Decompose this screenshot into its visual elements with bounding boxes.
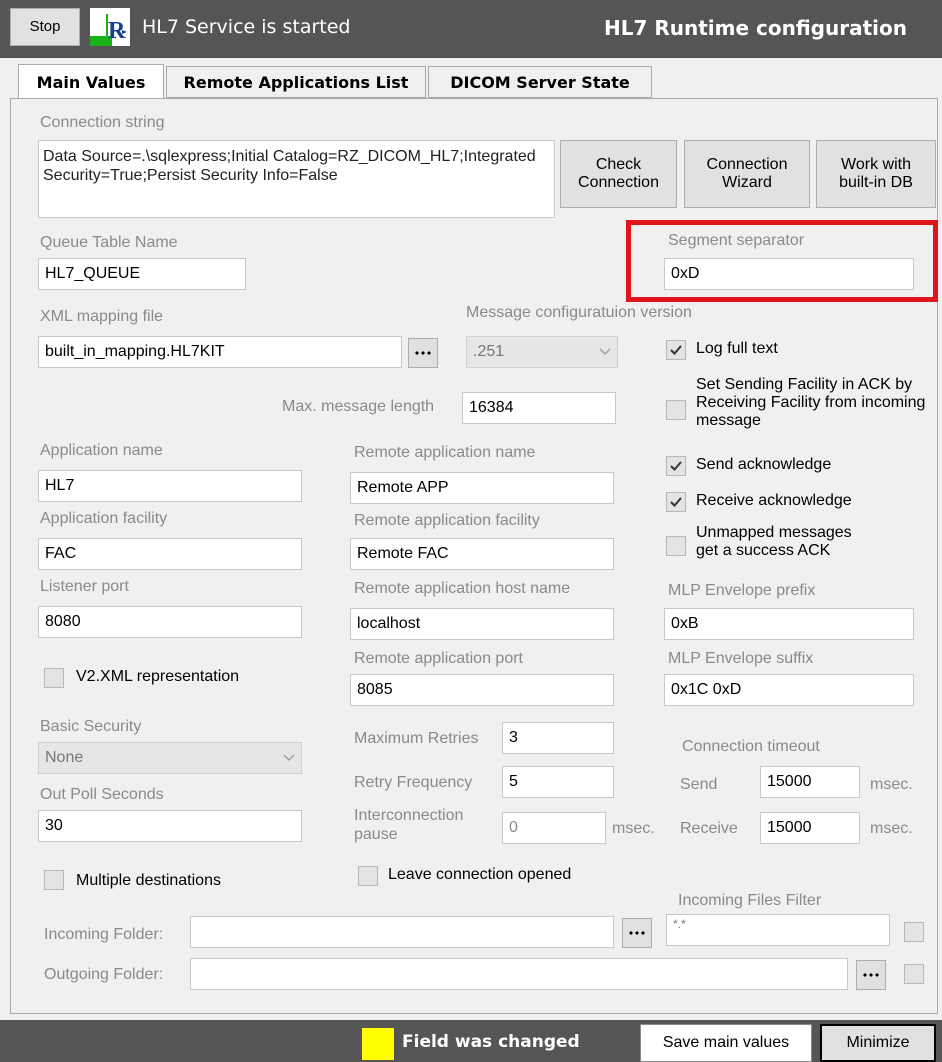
basic-security-value: None — [45, 749, 84, 766]
mlp-suffix-input[interactable]: 0x1C 0xD — [664, 674, 914, 706]
connection-wizard-button[interactable]: Connection Wizard — [684, 140, 810, 208]
v2xml-checkbox[interactable] — [44, 668, 64, 688]
incoming-folder-checkbox[interactable] — [904, 922, 924, 942]
remote-app-name-input[interactable]: Remote APP — [350, 472, 614, 504]
set-sending-facility-label: Set Sending Facility in ACK by Receiving… — [696, 376, 926, 429]
timeout-send-unit: msec. — [870, 776, 913, 793]
retry-frequency-label: Retry Frequency — [354, 774, 473, 791]
outgoing-folder-checkbox[interactable] — [904, 964, 924, 984]
basic-security-label: Basic Security — [40, 718, 142, 735]
minimize-button[interactable]: Minimize — [820, 1024, 936, 1062]
mlp-prefix-input[interactable]: 0xB — [664, 608, 914, 640]
retry-frequency-input[interactable]: 5 — [502, 766, 614, 798]
max-retries-label: Maximum Retries — [354, 730, 479, 747]
interconnection-pause-unit: msec. — [612, 820, 655, 837]
segment-separator-input[interactable]: 0xD — [664, 258, 914, 290]
remote-app-port-input[interactable]: 8085 — [350, 674, 614, 706]
connection-timeout-label: Connection timeout — [682, 738, 820, 755]
browse-outgoing-folder-button[interactable] — [856, 960, 886, 990]
set-sending-facility-checkbox[interactable] — [666, 400, 686, 420]
outgoing-folder-label: Outgoing Folder: — [44, 966, 164, 983]
window-title: HL7 Runtime configuration — [604, 16, 907, 40]
service-status-icon: R — [90, 8, 130, 46]
remote-app-name-label: Remote application name — [354, 444, 536, 461]
max-message-length-label: Max. message length — [282, 398, 435, 415]
application-name-input[interactable]: HL7 — [38, 470, 302, 502]
listener-port-input[interactable]: 8080 — [38, 606, 302, 638]
message-config-version-select[interactable]: .251 — [466, 336, 618, 368]
out-poll-seconds-label: Out Poll Seconds — [40, 786, 164, 803]
remote-app-host-input[interactable]: localhost — [350, 608, 614, 640]
receive-acknowledge-checkbox[interactable] — [666, 492, 686, 512]
connection-string-label: Connection string — [40, 114, 165, 131]
xml-mapping-label: XML mapping file — [40, 308, 164, 325]
multiple-destinations-label: Multiple destinations — [76, 872, 221, 889]
max-retries-input[interactable]: 3 — [502, 722, 614, 754]
application-name-label: Application name — [40, 442, 163, 459]
leave-connection-label: Leave connection opened — [388, 866, 572, 883]
incoming-files-filter-input[interactable]: *.* — [666, 914, 890, 946]
receive-acknowledge-label: Receive acknowledge — [696, 492, 852, 509]
message-config-version-label: Message configuratuion version — [466, 304, 692, 321]
basic-security-select[interactable]: None — [38, 742, 302, 774]
work-with-builtin-db-button[interactable]: Work with built-in DB — [816, 140, 936, 208]
send-acknowledge-checkbox[interactable] — [666, 456, 686, 476]
check-connection-button[interactable]: Check Connection — [560, 140, 677, 208]
connection-string-field[interactable]: Data Source=.\sqlexpress;Initial Catalog… — [38, 140, 555, 218]
chevron-down-icon — [283, 754, 295, 761]
application-facility-label: Application facility — [40, 510, 168, 527]
send-acknowledge-label: Send acknowledge — [696, 456, 832, 473]
out-poll-seconds-input[interactable]: 30 — [38, 810, 302, 842]
tab-remote-applications[interactable]: Remote Applications List — [166, 66, 426, 98]
remote-app-facility-input[interactable]: Remote FAC — [350, 538, 614, 570]
save-main-values-button[interactable]: Save main values — [640, 1024, 812, 1062]
field-changed-indicator — [362, 1028, 394, 1060]
remote-app-facility-label: Remote application facility — [354, 512, 540, 529]
remote-app-host-label: Remote application host name — [354, 580, 571, 597]
tab-main-values[interactable]: Main Values — [18, 64, 164, 99]
multiple-destinations-checkbox[interactable] — [44, 870, 64, 890]
chevron-down-icon — [599, 348, 611, 355]
queue-table-input[interactable]: HL7_QUEUE — [38, 258, 246, 290]
stop-button[interactable]: Stop — [10, 8, 80, 46]
interconnection-pause-label: Interconnection pause — [354, 807, 464, 844]
timeout-receive-input[interactable]: 15000 — [760, 812, 860, 844]
browse-incoming-folder-button[interactable] — [622, 918, 652, 948]
field-changed-label: Field was changed — [402, 1032, 580, 1052]
service-status-text: HL7 Service is started — [142, 16, 351, 38]
browse-mapping-button[interactable] — [408, 338, 438, 368]
remote-app-port-label: Remote application port — [354, 650, 523, 667]
message-config-version-value: .251 — [473, 343, 505, 360]
log-full-text-checkbox[interactable] — [666, 340, 686, 360]
timeout-send-input[interactable]: 15000 — [760, 766, 860, 798]
leave-connection-checkbox[interactable] — [358, 866, 378, 886]
incoming-folder-label: Incoming Folder: — [44, 926, 164, 943]
timeout-receive-label: Receive — [680, 820, 738, 837]
v2xml-label: V2.XML representation — [76, 668, 240, 685]
xml-mapping-input[interactable]: built_in_mapping.HL7KIT — [38, 336, 402, 368]
log-full-text-label: Log full text — [696, 340, 778, 357]
application-facility-input[interactable]: FAC — [38, 538, 302, 570]
timeout-receive-unit: msec. — [870, 820, 913, 837]
tab-dicom-server-state[interactable]: DICOM Server State — [428, 66, 652, 98]
mlp-suffix-label: MLP Envelope suffix — [668, 650, 814, 667]
timeout-send-label: Send — [680, 776, 718, 793]
segment-separator-label: Segment separator — [668, 232, 805, 249]
unmapped-messages-label: Unmapped messages get a success ACK — [696, 524, 852, 559]
incoming-files-filter-label: Incoming Files Filter — [678, 892, 822, 909]
queue-table-label: Queue Table Name — [40, 234, 178, 251]
mlp-prefix-label: MLP Envelope prefix — [668, 582, 816, 599]
interconnection-pause-input[interactable]: 0 — [502, 812, 606, 844]
listener-port-label: Listener port — [40, 578, 129, 595]
outgoing-folder-input[interactable] — [190, 958, 848, 990]
unmapped-messages-checkbox[interactable] — [666, 536, 686, 556]
max-message-length-input[interactable]: 16384 — [462, 392, 616, 424]
incoming-folder-input[interactable] — [190, 916, 614, 948]
connection-string-value: Data Source=.\sqlexpress;Initial Catalog… — [43, 148, 536, 185]
